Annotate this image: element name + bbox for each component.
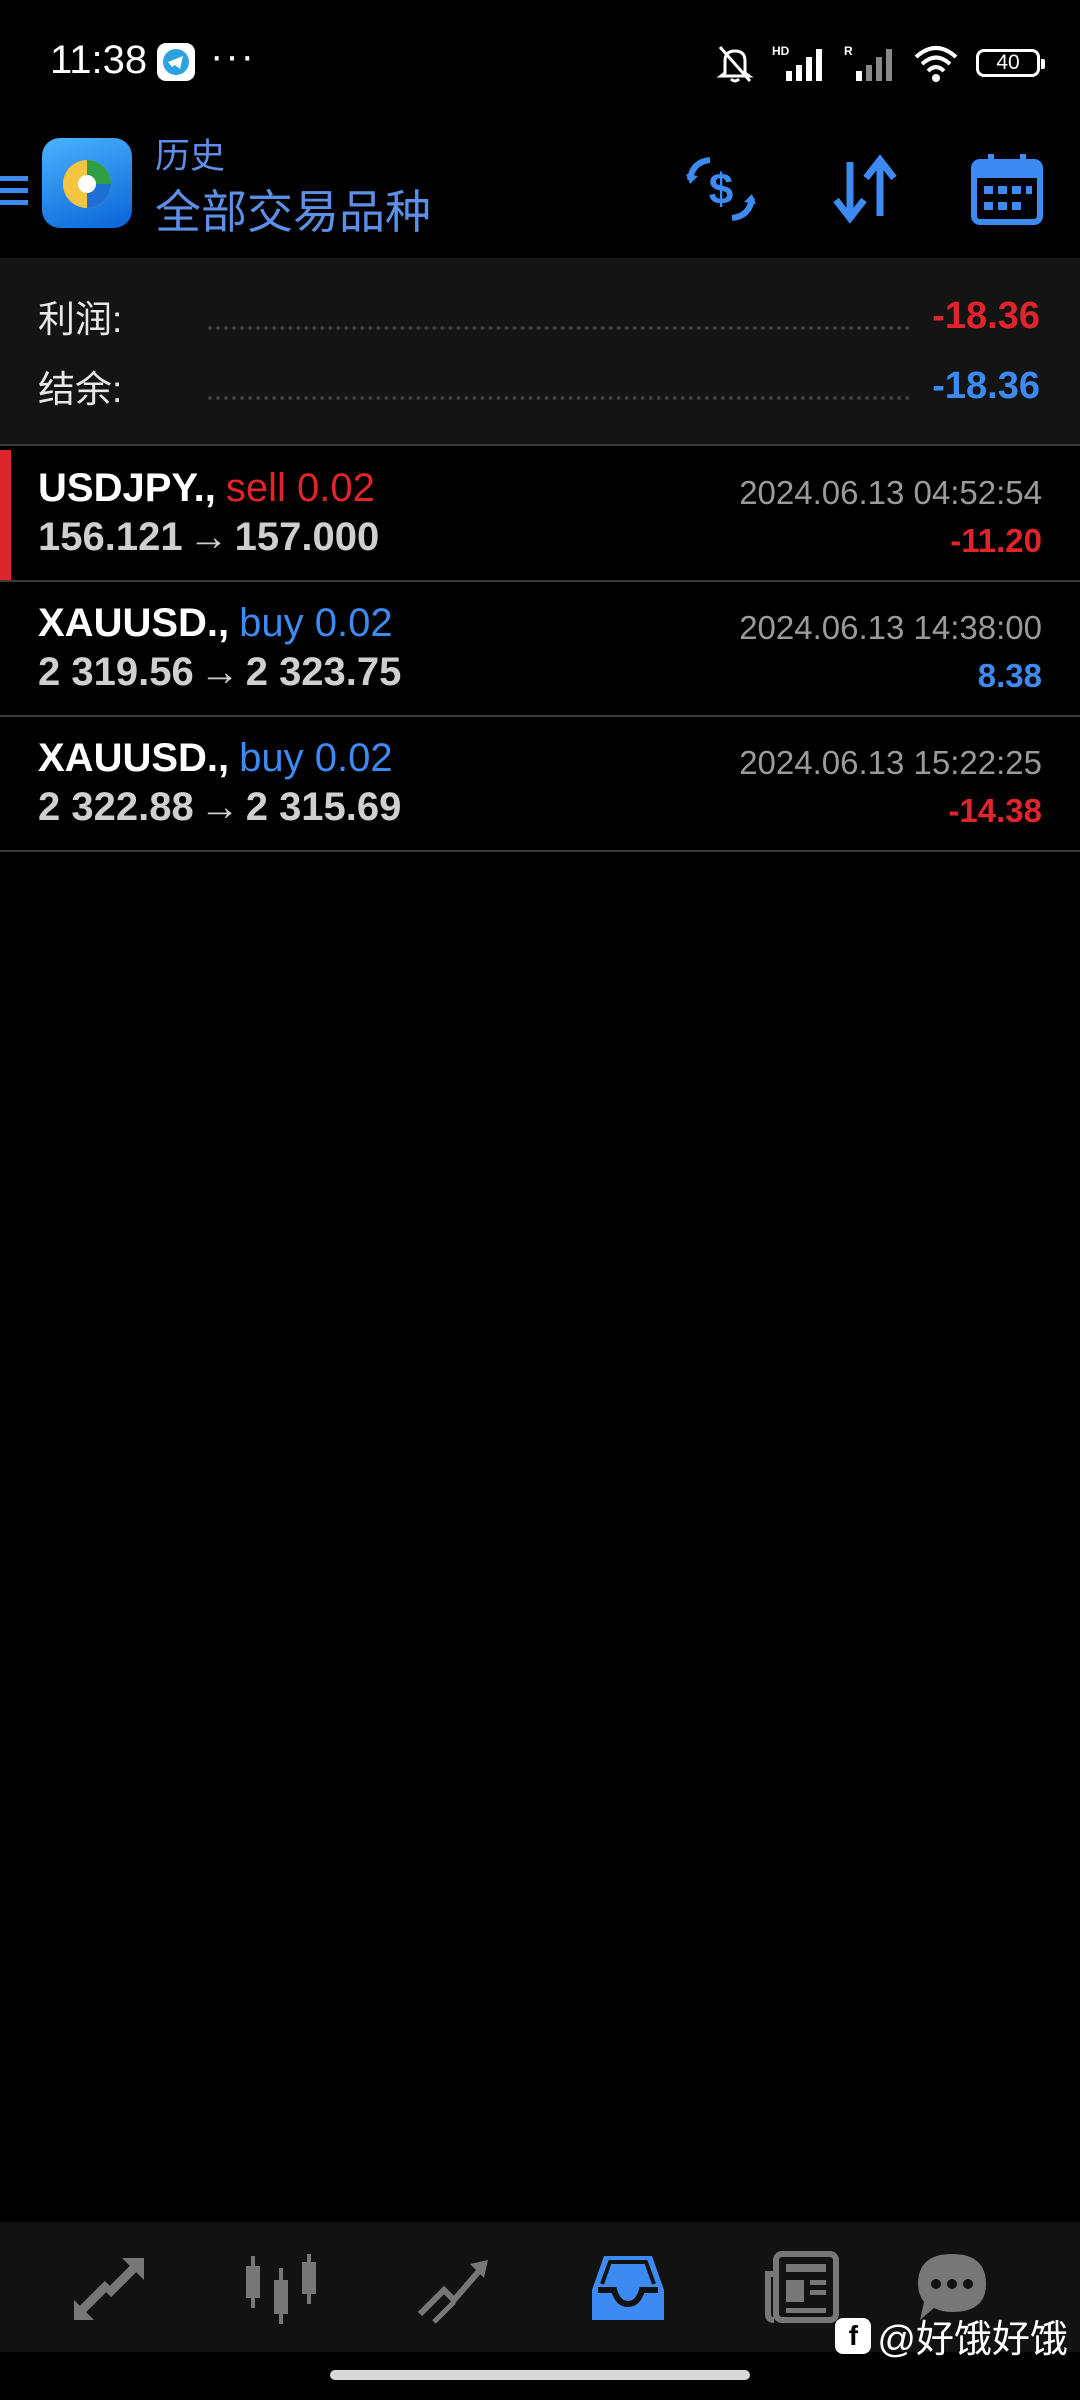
deal-header: XAUUSD., buy 0.02	[38, 736, 393, 781]
svg-text:R: R	[844, 44, 853, 58]
status-icons: HD R 40	[716, 42, 1045, 84]
deal-symbol: XAUUSD.,	[38, 736, 230, 780]
deal-time: 2024.06.13 14:38:00	[739, 609, 1042, 646]
watermark-text: @好饿好饿	[877, 2319, 1068, 2361]
deal-prices: 2 319.56 → 2 323.75	[38, 650, 401, 695]
deal-prices: 2 322.88 → 2 315.69	[38, 785, 401, 830]
quotes-icon[interactable]	[68, 2250, 148, 2326]
deal-row[interactable]: USDJPY., sell 0.02 156.121 → 157.000 2024.0…	[0, 448, 1080, 582]
social-badge-icon: f	[835, 2317, 872, 2354]
news-icon[interactable]	[762, 2250, 842, 2326]
deal-close-price: 2 315.69	[245, 785, 402, 829]
deal-row[interactable]: XAUUSD., buy 0.02 2 319.56 → 2 323.75 2024.…	[0, 583, 1080, 717]
svg-text:HD: HD	[772, 44, 790, 58]
deal-close-price: 2 323.75	[245, 650, 402, 694]
calendar-icon[interactable]	[968, 150, 1046, 228]
deal-side: sell 0.02	[225, 466, 375, 510]
history-icon[interactable]	[588, 2250, 668, 2326]
selected-marker	[0, 450, 11, 580]
home-indicator[interactable]	[330, 2370, 750, 2380]
deal-prices: 156.121 → 157.000	[38, 515, 379, 560]
status-more-indicator: ···	[210, 34, 256, 78]
sort-icon[interactable]	[826, 150, 904, 228]
telegram-icon	[157, 43, 195, 81]
balance-value: -18.36	[932, 364, 1040, 407]
signal-r-icon: R	[844, 44, 892, 81]
profit-value: -18.36	[932, 294, 1040, 337]
deal-time: 2024.06.13 15:22:25	[739, 744, 1042, 781]
metatrader-logo-icon	[63, 160, 111, 208]
app-logo[interactable]	[42, 138, 132, 228]
deal-symbol: XAUUSD.,	[38, 601, 230, 645]
status-bar: 11:38 ··· HD R 40	[0, 0, 1080, 124]
deal-header: USDJPY., sell 0.02	[38, 466, 375, 511]
deal-side: buy 0.02	[239, 736, 393, 780]
trade-icon[interactable]	[414, 2250, 494, 2326]
profit-label: 利润:	[38, 299, 123, 340]
app-header: 历史 全部交易品种 $	[0, 124, 1080, 258]
deal-open-price: 2 322.88	[38, 785, 194, 829]
arrow-right-icon: →	[199, 785, 240, 829]
balance-row: 结余: -18.36	[38, 356, 1040, 416]
arrow-right-icon: →	[199, 650, 240, 694]
dotted-leader	[208, 396, 911, 400]
chart-icon[interactable]	[241, 2250, 321, 2326]
svg-text:$: $	[709, 165, 733, 214]
deal-close-price: 157.000	[234, 515, 380, 559]
battery-icon: 40	[976, 49, 1045, 77]
wifi-icon	[914, 46, 958, 82]
deal-row[interactable]: XAUUSD., buy 0.02 2 322.88 → 2 315.69 2024.…	[0, 718, 1080, 852]
signal-hd-icon: HD	[772, 44, 822, 81]
dotted-leader	[208, 326, 911, 330]
deal-symbol: USDJPY.,	[38, 466, 216, 510]
profit-row: 利润: -18.36	[38, 286, 1040, 346]
currency-exchange-icon[interactable]: $	[682, 150, 760, 228]
deal-header: XAUUSD., buy 0.02	[38, 601, 393, 646]
deal-profit: 8.38	[977, 657, 1042, 694]
watermark: f @好饿好饿	[835, 2308, 1068, 2363]
arrow-right-icon: →	[188, 515, 229, 559]
page-subtitle: 历史	[155, 137, 226, 176]
bell-off-icon	[716, 46, 754, 83]
deal-profit: -14.38	[948, 792, 1042, 829]
deal-side: buy 0.02	[239, 601, 393, 645]
page-title[interactable]: 全部交易品种	[155, 176, 431, 242]
deal-open-price: 2 319.56	[38, 650, 194, 694]
balance-label: 结余:	[38, 369, 123, 410]
deal-time: 2024.06.13 04:52:54	[739, 474, 1042, 511]
summary-panel: 利润: -18.36 结余: -18.36	[0, 258, 1080, 446]
deal-profit: -11.20	[950, 522, 1042, 559]
deal-open-price: 156.121	[38, 515, 183, 559]
status-time: 11:38	[50, 38, 148, 82]
menu-icon[interactable]	[0, 162, 28, 218]
